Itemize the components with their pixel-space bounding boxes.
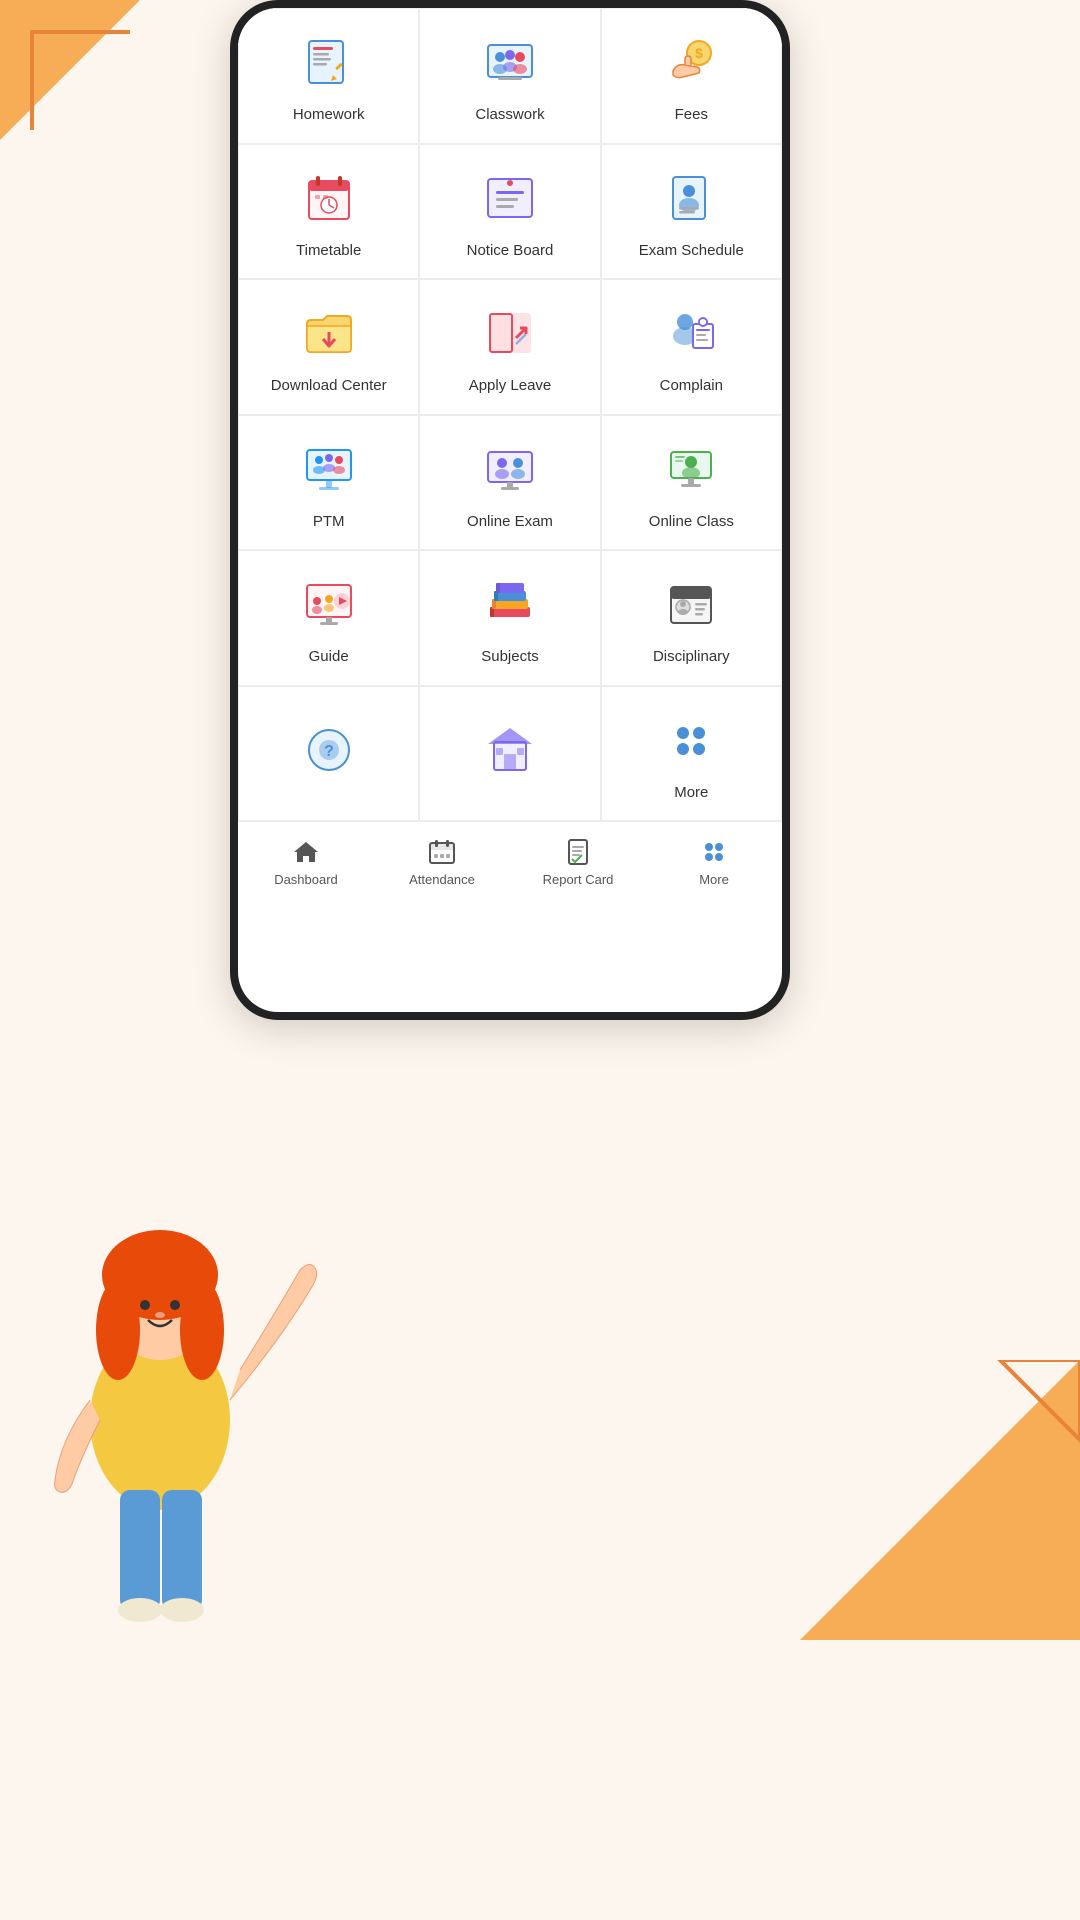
grid-item-classwork[interactable]: Classwork: [419, 8, 600, 144]
subjects-label: Subjects: [481, 647, 539, 667]
svg-text:$: $: [695, 45, 703, 61]
grid-item-download-center[interactable]: Download Center: [238, 279, 419, 415]
complain-label: Complain: [660, 376, 723, 396]
grid-item-online-class[interactable]: Online Class: [601, 415, 782, 551]
grid-item-exam-schedule[interactable]: Exam Schedule: [601, 144, 782, 280]
calendar-icon: [426, 836, 458, 868]
download-center-label: Download Center: [271, 376, 387, 396]
bg-decoration-bottom-right: [800, 1360, 1080, 1640]
phone-mockup: Homework Classwork: [230, 0, 790, 1020]
ptm-icon: [297, 438, 361, 502]
online-class-label: Online Class: [649, 512, 734, 532]
more-icon-1: ?: [297, 718, 361, 782]
guide-icon: [297, 573, 361, 637]
grid-item-guide[interactable]: Guide: [238, 550, 419, 686]
fees-label: Fees: [675, 105, 708, 125]
timetable-label: Timetable: [296, 241, 361, 261]
grid-item-disciplinary[interactable]: Disciplinary: [601, 550, 782, 686]
homework-icon: [297, 31, 361, 95]
more-top-label: More: [674, 783, 708, 803]
apply-leave-label: Apply Leave: [469, 376, 552, 396]
report-icon: [562, 836, 594, 868]
nav-report-card[interactable]: Report Card: [510, 832, 646, 891]
homework-label: Homework: [293, 105, 365, 125]
grid-item-timetable[interactable]: Timetable: [238, 144, 419, 280]
online-exam-label: Online Exam: [467, 512, 553, 532]
classwork-label: Classwork: [475, 105, 544, 125]
subjects-icon: [478, 573, 542, 637]
bg-outline-top-left: [30, 30, 130, 130]
grid-item-more1[interactable]: ?: [238, 686, 419, 822]
complain-icon: [659, 302, 723, 366]
fees-icon: $: [659, 31, 723, 95]
ptm-label: PTM: [313, 512, 345, 532]
bottom-navigation: Dashboard Attendance: [238, 821, 782, 897]
grid-item-complain[interactable]: Complain: [601, 279, 782, 415]
exam-schedule-label: Exam Schedule: [639, 241, 744, 261]
nav-more[interactable]: More: [646, 832, 782, 891]
character-figure: [0, 1120, 370, 1720]
more-label: More: [699, 872, 729, 887]
grid-item-online-exam[interactable]: Online Exam: [419, 415, 600, 551]
notice-board-label: Notice Board: [467, 241, 554, 261]
grid-item-fees[interactable]: $ Fees: [601, 8, 782, 144]
grid-item-more2[interactable]: [419, 686, 600, 822]
apply-leave-icon: [478, 302, 542, 366]
attendance-label: Attendance: [409, 872, 475, 887]
svg-text:?: ?: [324, 743, 334, 760]
timetable-icon: [297, 167, 361, 231]
disciplinary-icon: [659, 573, 723, 637]
classwork-icon: [478, 31, 542, 95]
report-card-label: Report Card: [543, 872, 614, 887]
more-icon-2: [478, 718, 542, 782]
home-icon: [290, 836, 322, 868]
grid-item-ptm[interactable]: PTM: [238, 415, 419, 551]
grid-icon: [698, 836, 730, 868]
online-class-icon: [659, 438, 723, 502]
grid-item-apply-leave[interactable]: Apply Leave: [419, 279, 600, 415]
online-exam-icon: [478, 438, 542, 502]
notice-board-icon: [478, 167, 542, 231]
exam-schedule-icon: [659, 167, 723, 231]
grid-item-subjects[interactable]: Subjects: [419, 550, 600, 686]
grid-item-more-top[interactable]: More: [601, 686, 782, 822]
nav-dashboard[interactable]: Dashboard: [238, 832, 374, 891]
grid-item-homework[interactable]: Homework: [238, 8, 419, 144]
disciplinary-label: Disciplinary: [653, 647, 730, 667]
dashboard-label: Dashboard: [274, 872, 338, 887]
nav-attendance[interactable]: Attendance: [374, 832, 510, 891]
more-dots-icon: [659, 709, 723, 773]
grid-item-notice-board[interactable]: Notice Board: [419, 144, 600, 280]
app-grid: Homework Classwork: [238, 8, 782, 821]
download-center-icon: [297, 302, 361, 366]
guide-label: Guide: [309, 647, 349, 667]
